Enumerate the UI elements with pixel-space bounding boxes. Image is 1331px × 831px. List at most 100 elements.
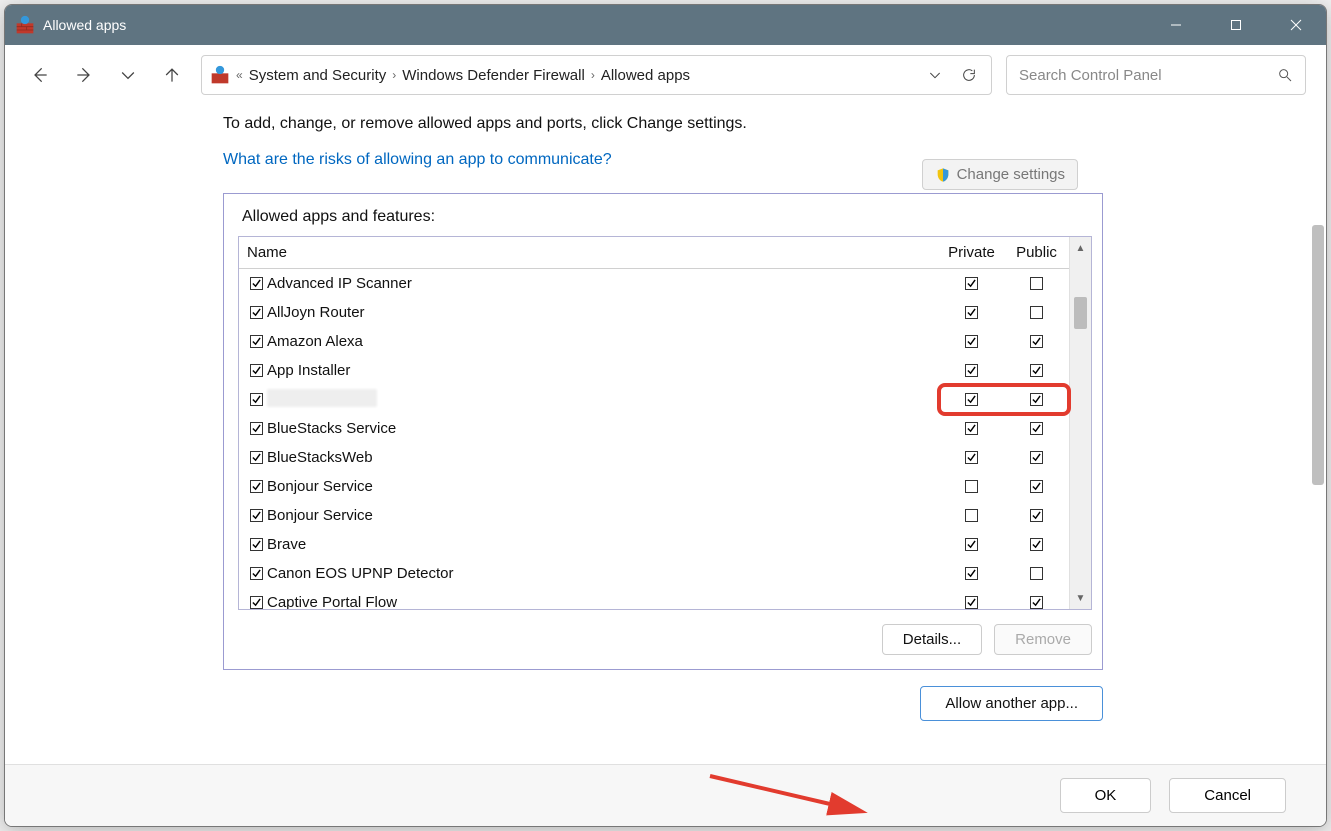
row-public-checkbox[interactable] [1004,509,1069,522]
row-app-name: Brave [265,536,939,553]
up-button[interactable] [157,60,187,90]
row-app-name: App Installer [265,362,939,379]
row-public-checkbox[interactable] [1004,393,1069,406]
page-scrollbar[interactable] [1312,225,1324,485]
row-enable-checkbox[interactable] [247,422,265,435]
row-enable-checkbox[interactable] [247,364,265,377]
breadcrumb-leaf[interactable]: Allowed apps [601,67,690,84]
row-public-checkbox[interactable] [1004,306,1069,319]
allowed-apps-window: Allowed apps « S [4,4,1327,827]
address-history-button[interactable] [921,61,949,89]
row-enable-checkbox[interactable] [247,393,265,406]
table-row[interactable]: Bonjour Service [247,472,1069,501]
back-button[interactable] [25,60,55,90]
cancel-button[interactable]: Cancel [1169,778,1286,813]
table-row[interactable]: App Installer [247,356,1069,385]
column-private[interactable]: Private [939,244,1004,261]
row-public-checkbox[interactable] [1004,480,1069,493]
list-header: Name Private Public [239,237,1091,269]
apps-list: ▲ ▼ Name Private Public Advanced IP Scan… [238,236,1092,610]
row-enable-checkbox[interactable] [247,277,265,290]
column-name[interactable]: Name [247,244,939,261]
change-settings-button[interactable]: Change settings [922,159,1078,190]
row-private-checkbox[interactable] [939,567,1004,580]
row-app-name [265,389,939,411]
row-public-checkbox[interactable] [1004,538,1069,551]
maximize-button[interactable] [1206,5,1266,45]
row-app-name: Canon EOS UPNP Detector [265,565,939,582]
row-enable-checkbox[interactable] [247,480,265,493]
table-row[interactable]: Advanced IP Scanner [247,269,1069,298]
title-bar: Allowed apps [5,5,1326,45]
minimize-button[interactable] [1146,5,1206,45]
panel-title: Allowed apps and features: [238,208,1092,226]
row-private-checkbox[interactable] [939,364,1004,377]
chevron-left-icon: « [236,68,243,82]
remove-button[interactable]: Remove [994,624,1092,655]
chevron-right-icon: › [591,68,595,82]
row-enable-checkbox[interactable] [247,596,265,609]
chevron-right-icon: › [392,68,396,82]
forward-button[interactable] [69,60,99,90]
table-row[interactable]: BlueStacks Service [247,414,1069,443]
row-private-checkbox[interactable] [939,480,1004,493]
breadcrumb-root[interactable]: System and Security [249,67,387,84]
close-button[interactable] [1266,5,1326,45]
row-public-checkbox[interactable] [1004,422,1069,435]
row-private-checkbox[interactable] [939,422,1004,435]
row-enable-checkbox[interactable] [247,509,265,522]
search-input[interactable]: Search Control Panel [1006,55,1306,95]
row-public-checkbox[interactable] [1004,364,1069,377]
refresh-button[interactable] [955,61,983,89]
row-public-checkbox[interactable] [1004,277,1069,290]
row-enable-checkbox[interactable] [247,538,265,551]
list-body: Advanced IP Scanner AllJoyn Router Amazon … [239,269,1091,609]
row-app-name: BlueStacksWeb [265,449,939,466]
row-public-checkbox[interactable] [1004,451,1069,464]
row-public-checkbox[interactable] [1004,596,1069,609]
firewall-icon-small [210,65,230,85]
risks-link[interactable]: What are the risks of allowing an app to… [223,151,612,169]
recent-locations-button[interactable] [113,60,143,90]
ok-button[interactable]: OK [1060,778,1152,813]
window-title: Allowed apps [43,17,126,33]
row-enable-checkbox[interactable] [247,567,265,580]
row-public-checkbox[interactable] [1004,335,1069,348]
breadcrumb-mid[interactable]: Windows Defender Firewall [402,67,585,84]
scroll-up-icon[interactable]: ▲ [1070,237,1091,259]
row-app-name: Amazon Alexa [265,333,939,350]
row-private-checkbox[interactable] [939,306,1004,319]
allow-another-app-button[interactable]: Allow another app... [920,686,1103,721]
row-private-checkbox[interactable] [939,335,1004,348]
table-row[interactable]: Amazon Alexa [247,327,1069,356]
allowed-apps-panel: Allowed apps and features: ▲ ▼ Name Priv… [223,193,1103,670]
annotation-arrow [705,771,875,821]
firewall-icon [15,15,35,35]
table-row[interactable]: Captive Portal Flow [247,588,1069,609]
column-public[interactable]: Public [1004,244,1069,261]
row-private-checkbox[interactable] [939,509,1004,522]
row-app-name: Bonjour Service [265,507,939,524]
shield-icon [935,167,951,183]
row-private-checkbox[interactable] [939,277,1004,290]
row-private-checkbox[interactable] [939,451,1004,464]
row-private-checkbox[interactable] [939,538,1004,551]
table-row[interactable]: Bonjour Service [247,501,1069,530]
row-app-name: Advanced IP Scanner [265,275,939,292]
table-row[interactable] [247,385,1069,414]
row-enable-checkbox[interactable] [247,306,265,319]
address-bar[interactable]: « System and Security › Windows Defender… [201,55,992,95]
table-row[interactable]: Canon EOS UPNP Detector [247,559,1069,588]
row-app-name: Captive Portal Flow [265,594,939,609]
row-app-name: Bonjour Service [265,478,939,495]
row-private-checkbox[interactable] [939,393,1004,406]
details-button[interactable]: Details... [882,624,982,655]
table-row[interactable]: Brave [247,530,1069,559]
row-private-checkbox[interactable] [939,596,1004,609]
table-row[interactable]: BlueStacksWeb [247,443,1069,472]
row-enable-checkbox[interactable] [247,451,265,464]
row-enable-checkbox[interactable] [247,335,265,348]
row-public-checkbox[interactable] [1004,567,1069,580]
table-row[interactable]: AllJoyn Router [247,298,1069,327]
content-area: To add, change, or remove allowed apps a… [5,105,1326,764]
